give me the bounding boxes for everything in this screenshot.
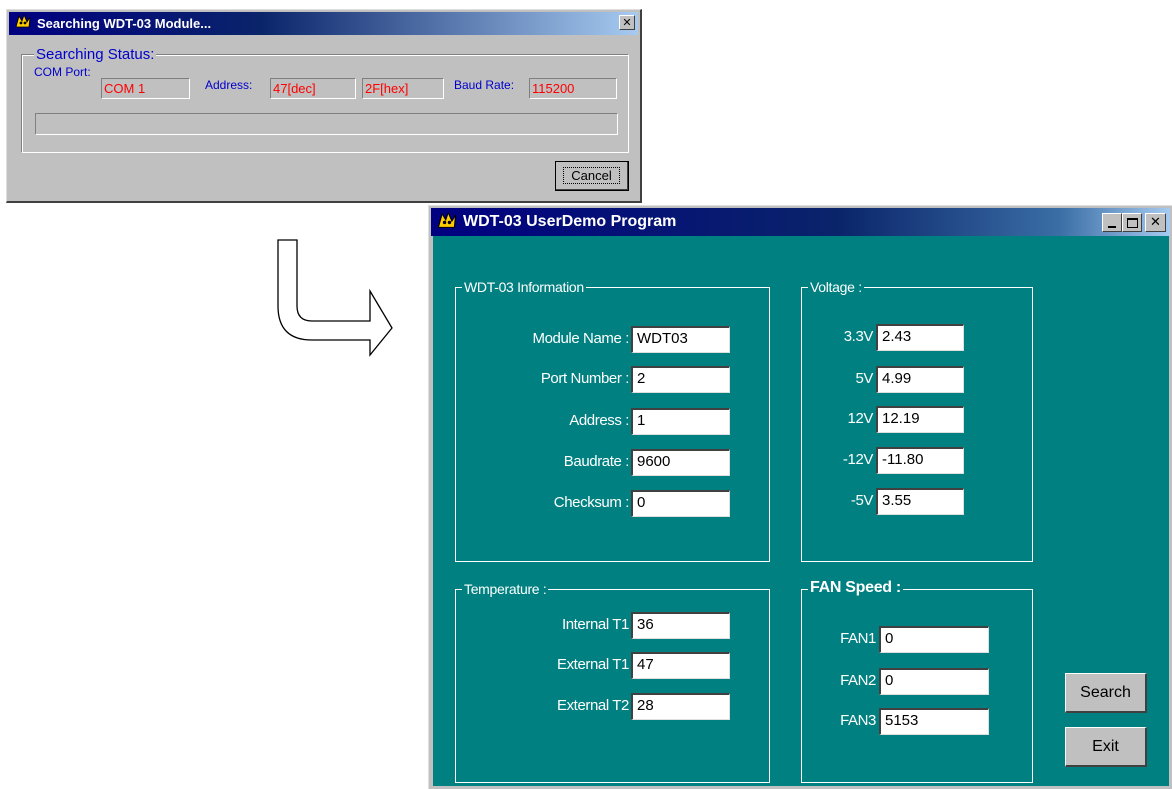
info-row-label: Baudrate :: [563, 453, 630, 470]
main-window-title: WDT-03 UserDemo Program: [463, 213, 677, 230]
voltage-row-field[interactable]: 4.99: [876, 366, 964, 393]
voltage-row-label: 12V: [847, 410, 874, 427]
voltage-row-field[interactable]: -11.80: [876, 447, 964, 474]
temperature-row-label: External T1: [556, 656, 629, 673]
voltage-row-label: -12V: [842, 451, 873, 468]
info-row-field[interactable]: WDT03: [631, 326, 730, 353]
temperature-group-label: Temperature :: [462, 581, 549, 597]
maximize-icon[interactable]: [1122, 213, 1142, 232]
search-dialog-titlebar[interactable]: Searching WDT-03 Module... ✕: [9, 12, 638, 35]
baud-rate-label: Baud Rate:: [454, 78, 515, 92]
cancel-button[interactable]: Cancel: [555, 161, 629, 191]
info-row-label: Module Name :: [532, 330, 629, 347]
app-icon: [436, 210, 458, 235]
information-group-label: WDT-03 Information: [462, 279, 586, 295]
info-row-label: Checksum :: [553, 494, 630, 511]
minimize-icon[interactable]: [1102, 213, 1122, 232]
info-row-field[interactable]: 1: [631, 408, 730, 435]
info-row-field[interactable]: 9600: [631, 449, 730, 476]
address-hex-field: 2F[hex]: [362, 78, 444, 99]
fan-speed-group-label: FAN Speed :: [808, 579, 903, 597]
voltage-row-field[interactable]: 3.55: [876, 488, 964, 515]
close-icon[interactable]: ✕: [619, 15, 635, 30]
voltage-row-field[interactable]: 12.19: [876, 406, 964, 433]
temperature-row-field[interactable]: 36: [631, 612, 730, 639]
search-progress-bar: [35, 113, 618, 135]
com-port-field: COM 1: [101, 78, 190, 99]
address-label: Address:: [205, 78, 253, 92]
info-row-field[interactable]: 0: [631, 490, 730, 517]
fan-row-field[interactable]: 0: [879, 626, 989, 653]
main-client-area: WDT-03 Information Module Name : WDT03 Por…: [433, 236, 1169, 786]
voltage-row-field[interactable]: 2.43: [876, 324, 964, 351]
com-port-label: COM Port:: [34, 65, 91, 79]
temperature-row-field[interactable]: 47: [631, 652, 730, 679]
address-dec-field: 47[dec]: [270, 78, 356, 99]
cancel-button-label: Cancel: [563, 167, 620, 184]
info-row-label: Port Number :: [540, 370, 630, 387]
temperature-row-label: Internal T1: [561, 616, 629, 633]
close-icon[interactable]: ✕: [1145, 213, 1166, 232]
search-dialog: Searching WDT-03 Module... ✕ Searching S…: [6, 9, 642, 203]
search-dialog-title: Searching WDT-03 Module...: [37, 16, 212, 31]
voltage-row-label: 5V: [855, 370, 873, 387]
fan-row-field[interactable]: 0: [879, 668, 989, 695]
temperature-row-label: External T2: [556, 697, 629, 714]
fan-row-label: FAN3: [840, 712, 876, 729]
info-row-label: Address :: [569, 412, 629, 429]
main-window-titlebar[interactable]: WDT-03 UserDemo Program ✕: [431, 208, 1170, 236]
info-row-field[interactable]: 2: [631, 366, 730, 393]
main-window: WDT-03 UserDemo Program ✕ WDT-03 Informa…: [428, 205, 1172, 789]
search-button[interactable]: Search: [1065, 673, 1147, 713]
fan-row-label: FAN2: [840, 672, 876, 689]
search-button-label: Search: [1080, 683, 1131, 701]
voltage-row-label: 3.3V: [843, 328, 874, 345]
temperature-row-field[interactable]: 28: [631, 693, 730, 720]
searching-status-group: [21, 54, 629, 153]
fan-row-label: FAN1: [840, 630, 876, 647]
exit-button[interactable]: Exit: [1065, 727, 1147, 767]
exit-button-label: Exit: [1092, 737, 1119, 755]
baud-rate-field: 115200: [529, 78, 617, 99]
voltage-row-label: -5V: [850, 492, 874, 509]
voltage-group-label: Voltage :: [808, 279, 864, 295]
fan-row-field[interactable]: 5153: [879, 708, 989, 735]
app-icon: [14, 13, 32, 34]
flow-arrow-icon: [277, 239, 393, 357]
searching-status-label: Searching Status:: [34, 46, 157, 63]
close-glyph: ✕: [622, 16, 632, 29]
